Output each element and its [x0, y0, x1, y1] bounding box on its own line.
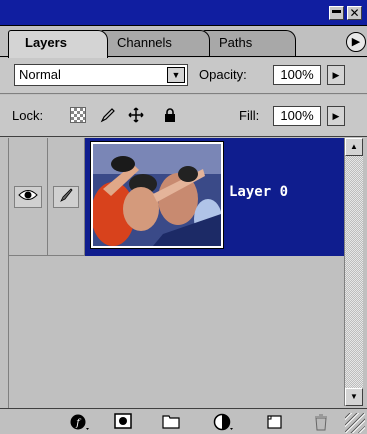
- tab-label: Channels: [117, 35, 172, 50]
- vertical-scrollbar[interactable]: ▲ ▼: [344, 138, 363, 406]
- lock-transparent-icon[interactable]: [70, 107, 86, 123]
- tab-strip: Paths Channels Layers ▶: [0, 26, 367, 58]
- lock-row: Lock: Fill: 100% ▶: [0, 95, 367, 137]
- lock-move-icon[interactable]: [128, 107, 144, 123]
- tab-paths[interactable]: Paths: [202, 30, 296, 56]
- palette-titlebar[interactable]: ✕: [0, 0, 367, 26]
- scroll-down-button[interactable]: ▼: [345, 388, 363, 406]
- lock-all-icon[interactable]: [162, 107, 178, 123]
- fill-label: Fill:: [239, 108, 260, 123]
- triangle-right-icon: ▶: [351, 36, 361, 48]
- minimize-button[interactable]: [329, 6, 344, 20]
- fill-input[interactable]: 100%: [273, 106, 321, 126]
- palette-footer: f: [0, 408, 367, 434]
- tab-label: Paths: [219, 35, 253, 50]
- blend-mode-value: Normal: [19, 67, 61, 82]
- blend-options-row: Normal ▼ Opacity: 100% ▶: [0, 58, 367, 94]
- chevron-down-icon[interactable]: ▼: [167, 67, 185, 83]
- lock-label: Lock:: [12, 108, 44, 123]
- visibility-cell[interactable]: [9, 138, 48, 256]
- scroll-up-button[interactable]: ▲: [345, 138, 363, 156]
- tab-layers[interactable]: Layers: [8, 30, 108, 58]
- layer-thumbnail: [90, 141, 224, 249]
- new-set-icon[interactable]: [160, 413, 182, 431]
- layer-row[interactable]: Layer 0: [9, 138, 344, 256]
- adjustment-layer-icon[interactable]: [212, 413, 234, 431]
- opacity-slider-button[interactable]: ▶: [327, 65, 345, 85]
- layer-selection[interactable]: Layer 0: [85, 138, 344, 256]
- lock-paint-icon[interactable]: [100, 107, 116, 123]
- opacity-input[interactable]: 100%: [273, 65, 321, 85]
- paintbrush-icon: [53, 186, 79, 208]
- tab-label: Layers: [25, 35, 67, 50]
- eye-icon[interactable]: [14, 186, 42, 208]
- blend-mode-select[interactable]: Normal ▼: [14, 64, 188, 86]
- trash-icon[interactable]: [310, 413, 332, 431]
- opacity-label: Opacity:: [199, 67, 247, 82]
- mask-icon[interactable]: [112, 413, 134, 431]
- layer-style-icon[interactable]: f: [68, 413, 90, 431]
- triangle-up-icon: ▲: [350, 142, 358, 151]
- resize-grip[interactable]: [345, 413, 365, 433]
- close-button[interactable]: ✕: [347, 6, 362, 20]
- layers-list[interactable]: Layer 0: [8, 138, 344, 408]
- new-layer-icon[interactable]: [264, 413, 286, 431]
- triangle-right-icon: ▶: [332, 111, 340, 121]
- fill-slider-button[interactable]: ▶: [327, 106, 345, 126]
- layer-name[interactable]: Layer 0: [229, 184, 288, 200]
- triangle-right-icon: ▶: [332, 70, 340, 80]
- triangle-down-icon: ▼: [350, 392, 358, 401]
- link-cell[interactable]: [49, 138, 85, 256]
- tab-channels[interactable]: Channels: [100, 30, 210, 56]
- palette-menu-button[interactable]: ▶: [346, 32, 366, 52]
